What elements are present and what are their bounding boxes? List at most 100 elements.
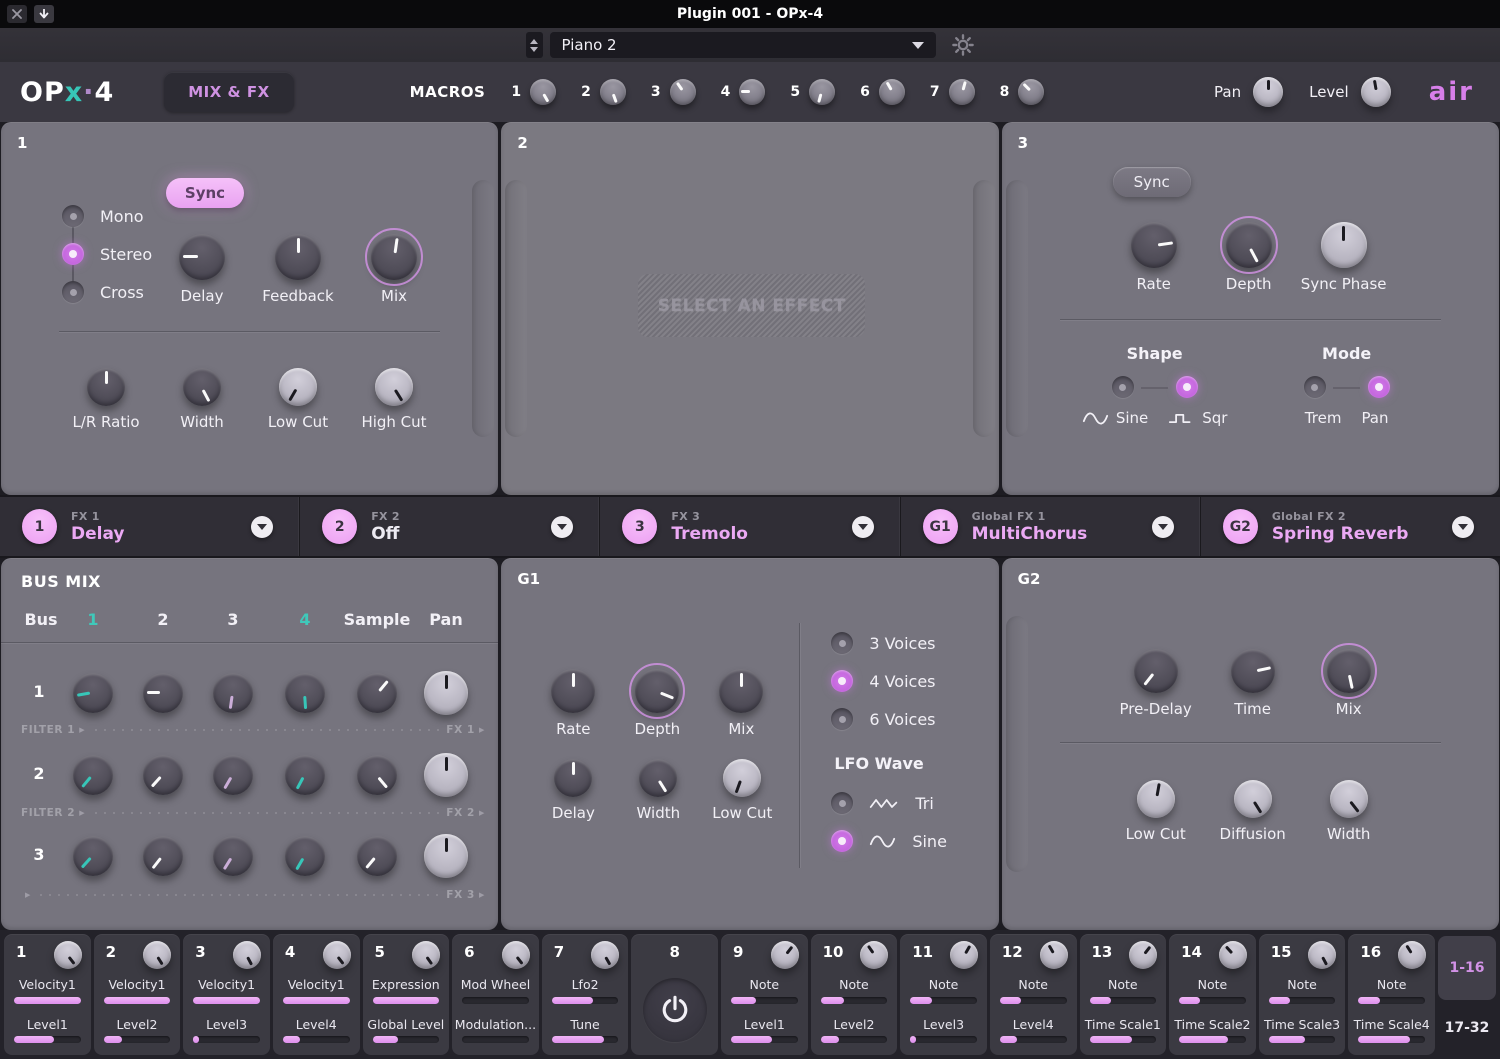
macro-slot-4[interactable]: 4Velocity1Level4 xyxy=(273,934,360,1055)
voices-option-3-voices[interactable]: 3 Voices xyxy=(831,632,935,654)
mod-source-bar[interactable] xyxy=(283,997,350,1004)
macro-slot-4-knob[interactable] xyxy=(323,941,351,969)
macro-slot-1-knob[interactable] xyxy=(54,941,82,969)
mod-amount-bar[interactable] xyxy=(552,1036,619,1043)
macro-slot-11[interactable]: 11NoteLevel3 xyxy=(900,934,987,1055)
width-knob[interactable] xyxy=(1330,780,1368,818)
fx-slot-G2[interactable]: G2Global FX 2Spring Reverb xyxy=(1201,497,1500,556)
bus3-knob3-knob[interactable] xyxy=(213,836,253,876)
mix-knob[interactable] xyxy=(1327,649,1371,693)
bus3-knob2-knob[interactable] xyxy=(143,836,183,876)
fx-slot-G1[interactable]: G1Global FX 1MultiChorus xyxy=(901,497,1201,556)
mod-amount-bar[interactable] xyxy=(1358,1036,1425,1043)
page-tab-17-32[interactable]: 17-32 xyxy=(1438,1020,1496,1036)
sync-phase-knob[interactable] xyxy=(1321,222,1367,268)
stepper-down-icon[interactable] xyxy=(530,47,538,52)
macro-slot-6[interactable]: 6Mod WheelModulation... xyxy=(452,934,539,1055)
lfo-option-sine[interactable]: Sine xyxy=(831,830,947,852)
mode-option-stereo[interactable]: Stereo xyxy=(62,243,152,265)
macro-slot-11-knob[interactable] xyxy=(950,941,978,969)
mod-source-bar[interactable] xyxy=(193,997,260,1004)
mod-source-bar[interactable] xyxy=(14,997,81,1004)
mod-amount-bar[interactable] xyxy=(731,1036,798,1043)
bus2-knob2-knob[interactable] xyxy=(143,755,183,795)
mod-source-bar[interactable] xyxy=(1179,997,1246,1004)
macro-slot-5[interactable]: 5ExpressionGlobal Level xyxy=(363,934,450,1055)
macro-slot-15[interactable]: 15NoteTime Scale3 xyxy=(1259,934,1346,1055)
macro-8-knob[interactable] xyxy=(1018,79,1044,105)
width-knob[interactable] xyxy=(183,368,221,406)
level-knob[interactable] xyxy=(1361,77,1391,107)
sync-button[interactable]: Sync xyxy=(1113,167,1191,197)
macro-slot-13-knob[interactable] xyxy=(1129,941,1157,969)
low-cut-knob[interactable] xyxy=(279,368,317,406)
mod-source-bar[interactable] xyxy=(1090,997,1157,1004)
voices-option-4-voices[interactable]: 4 Voices xyxy=(831,670,935,692)
macro-slot-14[interactable]: 14NoteTime Scale2 xyxy=(1169,934,1256,1055)
l-r-ratio-knob[interactable] xyxy=(87,368,125,406)
bus1-knob2-knob[interactable] xyxy=(143,673,183,713)
macro-slot-9[interactable]: 9NoteLevel1 xyxy=(721,934,808,1055)
rate-knob[interactable] xyxy=(1131,222,1177,268)
mod-amount-bar[interactable] xyxy=(1179,1036,1246,1043)
mod-source-bar[interactable] xyxy=(104,997,171,1004)
bus-col-header-sample[interactable]: Sample xyxy=(344,610,411,629)
mode-option-mono[interactable]: Mono xyxy=(62,205,152,227)
macro-slot-10[interactable]: 10NoteLevel2 xyxy=(811,934,898,1055)
mod-source-bar[interactable] xyxy=(373,997,440,1004)
mod-amount-bar[interactable] xyxy=(910,1036,977,1043)
fx-slot-badge[interactable]: G1 xyxy=(923,509,958,544)
bus-col-header-4[interactable]: 4 xyxy=(299,610,310,629)
macro-3-knob[interactable] xyxy=(670,79,696,105)
rate-knob[interactable] xyxy=(551,669,595,713)
macro-slot-14-knob[interactable] xyxy=(1219,941,1247,969)
bus-col-header-3[interactable]: 3 xyxy=(227,610,238,629)
fx-slot-badge[interactable]: 3 xyxy=(622,509,657,544)
fx-slot-3[interactable]: 3FX 3Tremolo xyxy=(600,497,900,556)
mod-amount-bar[interactable] xyxy=(1090,1036,1157,1043)
chevron-down-icon[interactable] xyxy=(852,516,874,538)
macro-slot-6-knob[interactable] xyxy=(502,941,530,969)
macro-7-knob[interactable] xyxy=(949,79,975,105)
3-voices-radio[interactable] xyxy=(831,632,853,654)
feedback-knob[interactable] xyxy=(275,234,321,280)
preset-dropdown[interactable]: Piano 2 xyxy=(550,32,936,58)
macro-slot-13[interactable]: 13NoteTime Scale1 xyxy=(1080,934,1167,1055)
macro-slot-3[interactable]: 3Velocity1Level3 xyxy=(183,934,270,1055)
macro-4-knob[interactable] xyxy=(739,79,765,105)
macro-slot-7[interactable]: 7Lfo2Tune xyxy=(542,934,629,1055)
fx-slot-2[interactable]: 2FX 2Off xyxy=(300,497,600,556)
bus-col-header-2[interactable]: 2 xyxy=(157,610,168,629)
macro-slot-10-knob[interactable] xyxy=(860,941,888,969)
tab-mix-and-fx[interactable]: MIX & FX xyxy=(164,72,293,112)
bus3-knob4-knob[interactable] xyxy=(285,836,325,876)
macro-slot-12[interactable]: 12NoteLevel4 xyxy=(990,934,1077,1055)
mod-source-bar[interactable] xyxy=(821,997,888,1004)
chevron-down-icon[interactable] xyxy=(251,516,273,538)
bus-col-header-pan[interactable]: Pan xyxy=(429,610,462,629)
low-cut-knob[interactable] xyxy=(1137,780,1175,818)
mix-knob[interactable] xyxy=(719,669,763,713)
macro-slot-1[interactable]: 1Velocity1Level1 xyxy=(4,934,91,1055)
chevron-down-icon[interactable] xyxy=(1452,516,1474,538)
time-knob[interactable] xyxy=(1231,649,1275,693)
width-knob[interactable] xyxy=(639,759,677,797)
mod-source-bar[interactable] xyxy=(1000,997,1067,1004)
macro-slot-9-knob[interactable] xyxy=(771,941,799,969)
pan-knob[interactable] xyxy=(1253,77,1283,107)
trem-radio[interactable] xyxy=(1304,376,1326,398)
fx-slot-badge[interactable]: 2 xyxy=(322,509,357,544)
pan-option[interactable]: Pan xyxy=(1361,409,1388,427)
stereo-radio[interactable] xyxy=(62,243,84,265)
bus1-knob6-knob[interactable] xyxy=(424,671,468,715)
voices-option-6-voices[interactable]: 6 Voices xyxy=(831,708,935,730)
mod-amount-bar[interactable] xyxy=(1000,1036,1067,1043)
fx-slot-1[interactable]: 1FX 1Delay xyxy=(0,497,300,556)
bus2-knob5-knob[interactable] xyxy=(357,755,397,795)
mod-amount-bar[interactable] xyxy=(283,1036,350,1043)
mod-source-bar[interactable] xyxy=(462,997,529,1004)
bus2-knob4-knob[interactable] xyxy=(285,755,325,795)
bus2-knob6-knob[interactable] xyxy=(424,753,468,797)
macro-slot-8[interactable]: 8 xyxy=(631,934,718,1055)
bus3-knob1-knob[interactable] xyxy=(73,836,113,876)
